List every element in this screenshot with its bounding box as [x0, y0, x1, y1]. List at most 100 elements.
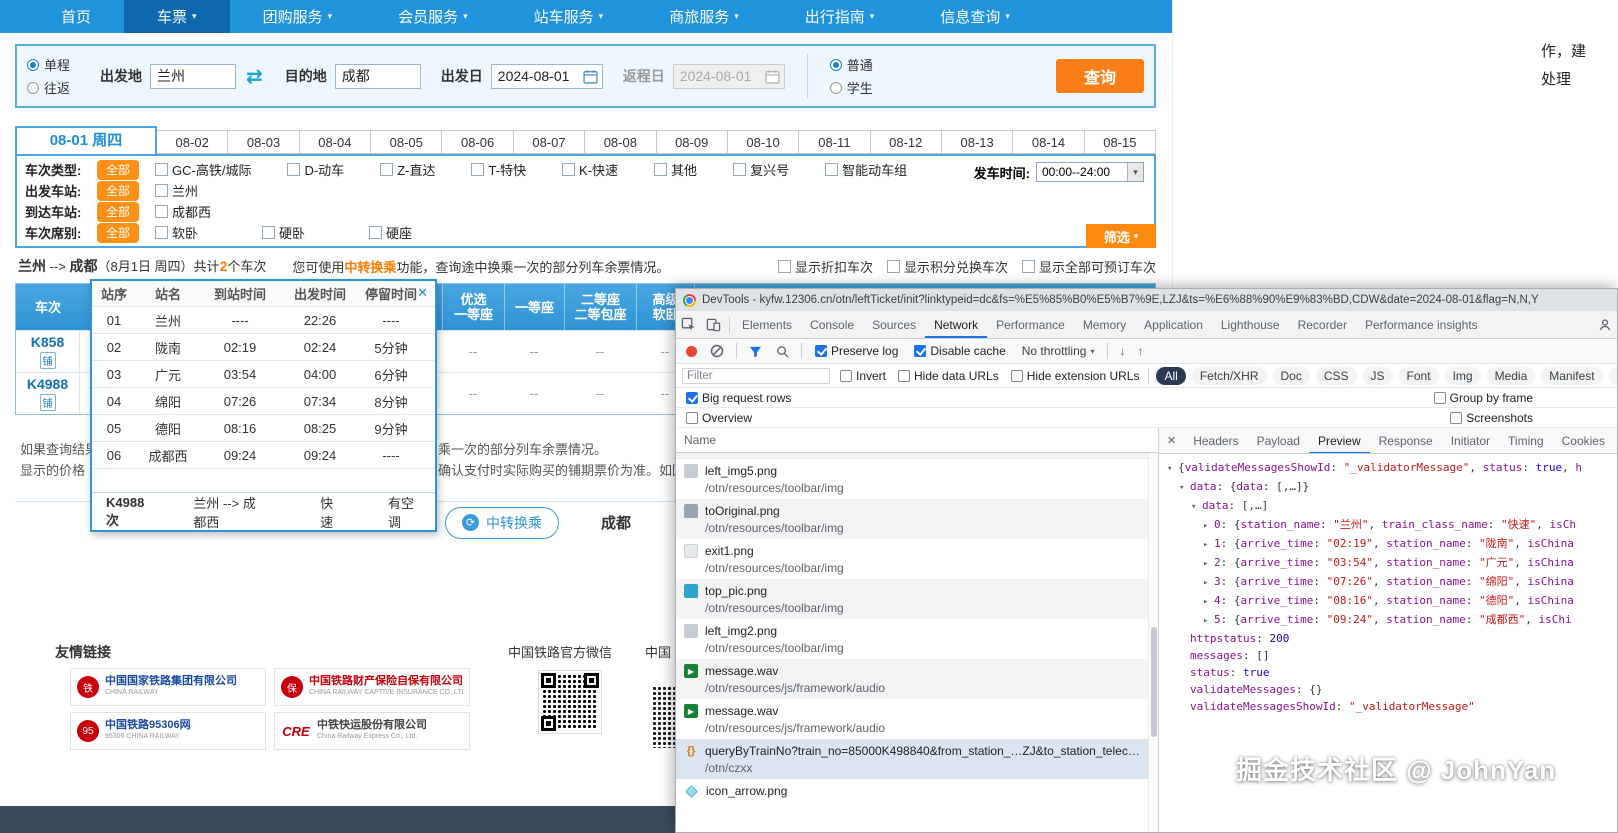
- display-option-checkbox[interactable]: 显示积分兑换车次: [886, 257, 1008, 276]
- device-toolbar-icon[interactable]: [701, 317, 726, 332]
- berth-selection-badge[interactable]: 铺: [39, 352, 56, 369]
- json-tree-line[interactable]: validateMessagesShowId: "_validatorMessa…: [1163, 698, 1613, 715]
- devtools-tab-lighthouse[interactable]: Lighthouse: [1212, 311, 1289, 338]
- inspect-element-icon[interactable]: [676, 317, 701, 332]
- group-by-frame-checkbox[interactable]: Group by frame: [1433, 391, 1533, 405]
- json-tree-line[interactable]: validateMessages: {}: [1163, 681, 1613, 698]
- nav-item[interactable]: 站车服务: [501, 0, 637, 33]
- display-option-checkbox[interactable]: 显示折扣车次: [777, 257, 873, 276]
- nav-item[interactable]: 首页: [28, 0, 124, 33]
- network-filter-input[interactable]: Filter: [682, 367, 830, 384]
- filter-option[interactable]: 其他: [654, 160, 697, 179]
- resource-type-chip[interactable]: Fetch/XHR: [1191, 366, 1267, 385]
- query-button[interactable]: 查询: [1056, 59, 1144, 93]
- partner-link[interactable]: 95 中国铁路95306网 95306 CHINA RAILWAY: [70, 712, 266, 750]
- network-request-row[interactable]: toOriginal.png/otn/resources/toolbar/img: [676, 499, 1158, 539]
- json-tree-line[interactable]: 2: {arrive_time: "03:54", station_name: …: [1163, 554, 1613, 573]
- trip-type-radio[interactable]: 单程: [27, 55, 70, 74]
- filter-icon[interactable]: [744, 345, 767, 358]
- resource-type-chip[interactable]: CSS: [1315, 366, 1357, 385]
- date-tab[interactable]: 08-06: [442, 130, 514, 154]
- filter-option[interactable]: Z-直达: [380, 160, 435, 179]
- throttling-select[interactable]: No throttling: [1022, 344, 1095, 358]
- preserve-log-checkbox[interactable]: Preserve log: [815, 344, 898, 358]
- to-station-input[interactable]: 成都: [334, 63, 421, 89]
- hide-data-urls-checkbox[interactable]: Hide data URLs: [898, 369, 999, 383]
- devtools-tab-performance-insights[interactable]: Performance insights: [1356, 311, 1487, 338]
- date-tab[interactable]: 08-14: [1013, 130, 1085, 154]
- filter-option[interactable]: D-动车: [287, 160, 344, 179]
- clear-icon[interactable]: [705, 344, 729, 358]
- date-tab[interactable]: 08-05: [371, 130, 443, 154]
- transfer-search-button[interactable]: 中转换乘: [445, 506, 559, 539]
- json-tree-line[interactable]: 3: {arrive_time: "07:26", station_name: …: [1163, 573, 1613, 592]
- detail-tab-timing[interactable]: Timing: [1499, 428, 1553, 453]
- filter-button[interactable]: 筛选: [1086, 224, 1156, 248]
- date-tab[interactable]: 08-02: [157, 130, 229, 154]
- screenshots-checkbox[interactable]: Screenshots: [1450, 411, 1533, 425]
- detail-tab-cookies[interactable]: Cookies: [1553, 428, 1614, 453]
- overview-checkbox[interactable]: Overview: [686, 411, 752, 425]
- json-tree-line[interactable]: 5: {arrive_time: "09:24", station_name: …: [1163, 611, 1613, 630]
- filter-option[interactable]: GC-高铁/城际: [155, 160, 251, 179]
- network-request-row[interactable]: queryByTrainNo?train_no=85000K498840&fro…: [676, 739, 1158, 779]
- json-tree-line[interactable]: data: [,…]: [1163, 497, 1613, 516]
- date-tab[interactable]: 08-10: [727, 130, 800, 154]
- json-tree-line[interactable]: 0: {station_name: "兰州", train_class_name…: [1163, 516, 1613, 535]
- search-icon[interactable]: [771, 345, 794, 358]
- import-har-icon[interactable]: ↓: [1115, 344, 1129, 358]
- resource-type-chip[interactable]: Media: [1486, 366, 1536, 385]
- record-button[interactable]: [686, 345, 697, 357]
- from-station-input[interactable]: 兰州: [150, 63, 237, 89]
- filter-all-badge[interactable]: 全部: [97, 159, 140, 180]
- berth-selection-badge[interactable]: 铺: [39, 394, 56, 411]
- nav-item[interactable]: 会员服务: [365, 0, 501, 33]
- filter-option[interactable]: 硬卧: [262, 223, 305, 242]
- resource-type-chip[interactable]: All: [1156, 366, 1186, 385]
- json-tree-line[interactable]: data: {data: [,…]}: [1163, 478, 1613, 497]
- network-request-row[interactable]: left_img2.png/otn/resources/toolbar/img: [676, 619, 1158, 659]
- detail-tab-headers[interactable]: Headers: [1184, 428, 1247, 453]
- date-tab-active[interactable]: 08-01 周四: [15, 126, 157, 154]
- date-tab[interactable]: 08-07: [513, 130, 586, 154]
- nav-item[interactable]: 出行指南: [772, 0, 908, 33]
- close-icon[interactable]: [1159, 434, 1184, 447]
- json-tree-line[interactable]: messages: []: [1163, 647, 1613, 664]
- devtools-tab-network[interactable]: Network: [925, 311, 987, 338]
- partner-link[interactable]: CRE 中铁快运股份有限公司 China Railway Express Co., …: [274, 712, 470, 750]
- filter-all-badge[interactable]: 全部: [97, 201, 140, 222]
- filter-option[interactable]: 软卧: [155, 223, 198, 242]
- date-tab[interactable]: 08-11: [799, 130, 871, 154]
- filter-option[interactable]: 兰州: [155, 181, 198, 200]
- train-number-link[interactable]: K858: [31, 334, 64, 350]
- detail-tab-payload[interactable]: Payload: [1248, 428, 1309, 453]
- json-tree-line[interactable]: 4: {arrive_time: "08:16", station_name: …: [1163, 592, 1613, 611]
- nav-item[interactable]: 信息查询: [907, 0, 1043, 33]
- train-number-link[interactable]: K4988: [27, 376, 68, 392]
- passenger-type-radio[interactable]: 普通: [829, 55, 873, 74]
- depart-time-select[interactable]: 00:00--24:00: [1036, 162, 1144, 182]
- network-request-row[interactable]: message.wav/otn/resources/js/framework/a…: [676, 659, 1158, 699]
- detail-tab-initiator[interactable]: Initiator: [1442, 428, 1499, 453]
- export-har-icon[interactable]: ↑: [1133, 344, 1147, 358]
- devtools-titlebar[interactable]: DevTools - kyfw.12306.cn/otn/leftTicket/…: [676, 289, 1617, 311]
- json-tree-line[interactable]: status: true: [1163, 664, 1613, 681]
- scrollbar[interactable]: [1148, 453, 1158, 832]
- date-tab[interactable]: 08-08: [585, 130, 657, 154]
- resource-type-chip[interactable]: Font: [1398, 366, 1439, 385]
- date-tab[interactable]: 08-12: [870, 130, 942, 154]
- filter-option[interactable]: 复兴号: [733, 160, 789, 179]
- filter-option[interactable]: 成都西: [155, 202, 211, 221]
- date-tab[interactable]: 08-04: [299, 130, 372, 154]
- devtools-tab-memory[interactable]: Memory: [1074, 311, 1135, 338]
- nav-item[interactable]: 商旅服务: [636, 0, 772, 33]
- swap-stations-icon[interactable]: [246, 64, 263, 89]
- display-option-checkbox[interactable]: 显示全部可预订车次: [1021, 257, 1156, 276]
- nav-item[interactable]: 团购服务: [230, 0, 366, 33]
- close-icon[interactable]: [417, 285, 428, 301]
- devtools-tab-sources[interactable]: Sources: [863, 311, 925, 338]
- hide-extension-urls-checkbox[interactable]: Hide extension URLs: [1010, 369, 1139, 383]
- devtools-tab-application[interactable]: Application: [1135, 311, 1212, 338]
- network-request-row[interactable]: top_pic.png/otn/resources/toolbar/img: [676, 579, 1158, 619]
- date-tab[interactable]: 08-09: [656, 130, 728, 154]
